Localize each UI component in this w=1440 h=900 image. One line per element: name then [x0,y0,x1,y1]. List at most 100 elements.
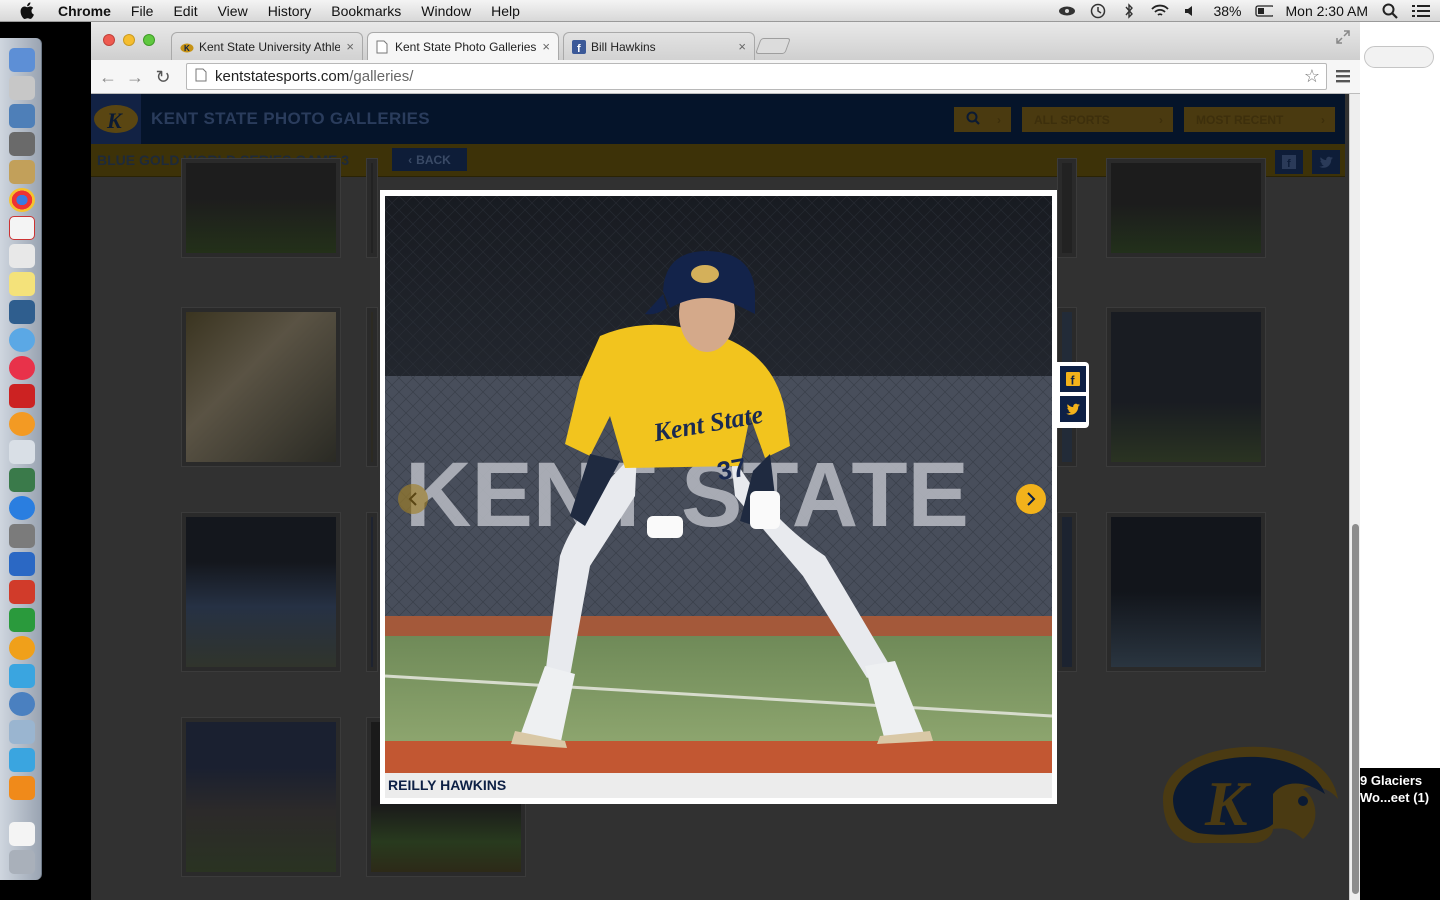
iphoto-icon[interactable] [9,468,35,492]
wifi-icon[interactable] [1151,3,1170,19]
photo-booth-icon[interactable] [9,384,35,408]
lightbox-photo: KENT STATE Kent State 37 [385,196,1052,776]
network-icon[interactable] [9,692,35,716]
trash-icon[interactable] [9,850,35,874]
chevron-right-icon [1027,492,1036,506]
scrollbar-thumb[interactable] [1352,524,1359,894]
tab-close-icon[interactable]: × [542,39,550,54]
menu-chrome[interactable]: Chrome [48,0,121,22]
gallery-thumbnail[interactable] [1057,512,1077,672]
zoom-window-button[interactable] [143,34,155,46]
tab-kent-state-athletics[interactable]: K Kent State University Athle × [171,32,363,60]
finder-icon[interactable] [9,48,35,72]
page-info-icon[interactable] [195,68,207,86]
twitter-share-icon[interactable] [1312,150,1340,174]
facetime-icon[interactable] [9,300,35,324]
back-button[interactable]: ‹ BACK [392,148,467,171]
text-edit-icon[interactable] [9,244,35,268]
image-capture-icon[interactable] [9,720,35,744]
system-preferences-icon[interactable] [9,524,35,548]
gallery-thumbnail[interactable] [1057,158,1077,258]
gallery-thumbnail[interactable] [181,158,341,258]
close-window-button[interactable] [103,34,115,46]
menu-file[interactable]: File [121,0,164,22]
gallery-thumbnail[interactable] [1106,512,1266,672]
eye-tray-icon[interactable] [1058,3,1076,19]
gallery-thumbnail[interactable] [181,717,341,877]
lightbox-share-panel: f [1057,362,1089,428]
bookmark-star-icon[interactable]: ☆ [1304,66,1320,87]
chevron-right-icon: › [1321,112,1325,127]
previous-photo-button[interactable] [398,484,428,514]
all-sports-button[interactable]: ALL SPORTS › [1022,107,1173,132]
photo-icon[interactable] [9,132,35,156]
most-recent-label: MOST RECENT [1196,112,1284,127]
launchpad-icon[interactable] [9,76,35,100]
gallery-thumbnail[interactable] [181,307,341,467]
twitter-share-icon[interactable] [1060,396,1086,422]
preview-icon[interactable] [9,440,35,464]
documents-icon[interactable] [9,822,35,846]
app-store-icon[interactable] [9,496,35,520]
minimize-window-button[interactable] [123,34,135,46]
tab-photo-galleries[interactable]: Kent State Photo Galleries × [367,32,559,60]
tab-close-icon[interactable]: × [346,39,354,54]
search-button[interactable]: › [954,107,1011,132]
vlc-icon[interactable] [9,776,35,800]
gallery-thumbnail[interactable] [1106,158,1266,258]
gallery-thumbnail[interactable] [181,512,341,672]
lync-icon[interactable] [9,748,35,772]
facebook-share-icon[interactable]: f [1275,150,1303,174]
excel-icon[interactable] [9,608,35,632]
menu-bookmarks[interactable]: Bookmarks [321,0,411,22]
gallery-thumbnail[interactable] [366,158,378,258]
stickies-icon[interactable] [9,272,35,296]
menu-view[interactable]: View [208,0,258,22]
tab-title: Kent State University Athle [199,39,341,54]
menu-edit[interactable]: Edit [163,0,207,22]
gallery-thumbnail[interactable] [366,307,378,467]
most-recent-button[interactable]: MOST RECENT › [1184,107,1335,132]
itunes-icon[interactable] [9,356,35,380]
battery-icon[interactable] [1254,3,1273,19]
apple-menu-icon[interactable] [18,2,36,20]
next-photo-button[interactable] [1016,484,1046,514]
address-bar[interactable]: kentstatesports.com/galleries/ ☆ [186,63,1327,90]
bluetooth-icon[interactable] [1120,2,1138,19]
chrome-menu-icon[interactable] [1336,69,1350,88]
tab-bill-hawkins[interactable]: f Bill Hawkins × [563,32,755,60]
tab-close-icon[interactable]: × [738,39,746,54]
spotlight-icon[interactable] [1381,3,1399,19]
calendar-icon[interactable] [9,216,35,240]
menu-help[interactable]: Help [481,0,530,22]
menu-history[interactable]: History [258,0,322,22]
facebook-share-icon[interactable]: f [1060,366,1086,392]
page-scrollbar[interactable] [1349,94,1360,900]
back-arrow-icon[interactable]: ← [97,65,119,89]
ibooks-icon[interactable] [9,412,35,436]
volume-icon[interactable] [1182,3,1200,19]
chrome-dock-icon[interactable] [9,188,35,212]
outlook-icon[interactable] [9,636,35,660]
gallery-thumbnail[interactable] [366,512,378,672]
new-tab-button[interactable] [755,38,791,54]
menu-window[interactable]: Window [411,0,481,22]
photo-caption: REILLY HAWKINS [388,777,507,793]
fullscreen-icon[interactable] [1336,30,1350,49]
site-header: K KENT STATE PHOTO GALLERIES › ALL SPORT… [91,94,1345,144]
contacts-icon[interactable] [9,160,35,184]
messages-icon[interactable] [9,328,35,352]
messenger-icon[interactable] [9,664,35,688]
powerpoint-icon[interactable] [9,580,35,604]
time-machine-icon[interactable] [1089,3,1107,19]
kent-state-logo-icon[interactable]: K [91,94,141,144]
word-icon[interactable] [9,552,35,576]
reload-icon[interactable]: ↻ [152,65,174,89]
gallery-thumbnail[interactable] [1106,307,1266,467]
site-title: KENT STATE PHOTO GALLERIES [151,109,430,128]
notification-center-icon[interactable] [1412,3,1430,19]
svg-text:K: K [106,108,123,133]
menubar-clock[interactable]: Mon 2:30 AM [1286,3,1369,19]
mission-control-icon[interactable] [9,104,35,128]
forward-arrow-icon[interactable]: → [124,65,146,89]
